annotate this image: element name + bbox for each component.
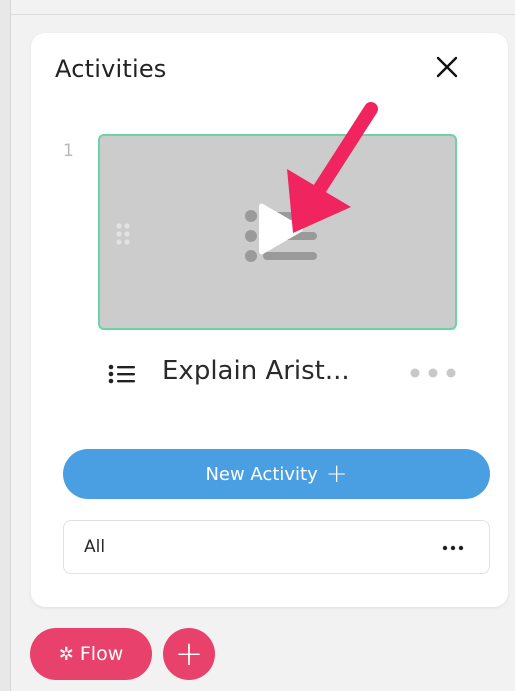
close-icon bbox=[436, 56, 458, 78]
activities-panel: Activities 1 Explain Arist... New Activi… bbox=[31, 33, 508, 607]
add-button[interactable]: + bbox=[163, 628, 215, 680]
filter-selected: All bbox=[84, 537, 106, 557]
plus-icon: + bbox=[174, 634, 204, 674]
divider bbox=[11, 14, 515, 15]
sidebar-edge bbox=[0, 0, 11, 691]
sidebar: Activities 1 Explain Arist... New Activi… bbox=[0, 0, 515, 691]
more-options-icon[interactable] bbox=[407, 365, 459, 381]
drag-handle-icon[interactable] bbox=[115, 222, 131, 246]
activity-title[interactable]: Explain Arist... bbox=[162, 356, 350, 386]
play-icon[interactable] bbox=[255, 200, 305, 258]
activity-thumbnail[interactable] bbox=[98, 134, 457, 330]
flow-label: Flow bbox=[79, 643, 124, 665]
new-activity-button[interactable]: New Activity + bbox=[63, 449, 490, 499]
new-activity-label: New Activity bbox=[205, 463, 318, 485]
sparkle-icon: ✲ bbox=[58, 643, 74, 665]
list-icon bbox=[108, 364, 135, 384]
flow-button[interactable]: ✲ Flow bbox=[30, 628, 152, 680]
panel-title: Activities bbox=[55, 55, 167, 83]
activity-item[interactable]: Explain Arist... bbox=[104, 355, 464, 391]
plus-icon: + bbox=[325, 459, 348, 489]
activity-index: 1 bbox=[63, 141, 74, 161]
more-options-icon[interactable] bbox=[442, 545, 464, 551]
filter-dropdown[interactable]: All bbox=[63, 520, 490, 574]
close-button[interactable] bbox=[432, 52, 462, 82]
